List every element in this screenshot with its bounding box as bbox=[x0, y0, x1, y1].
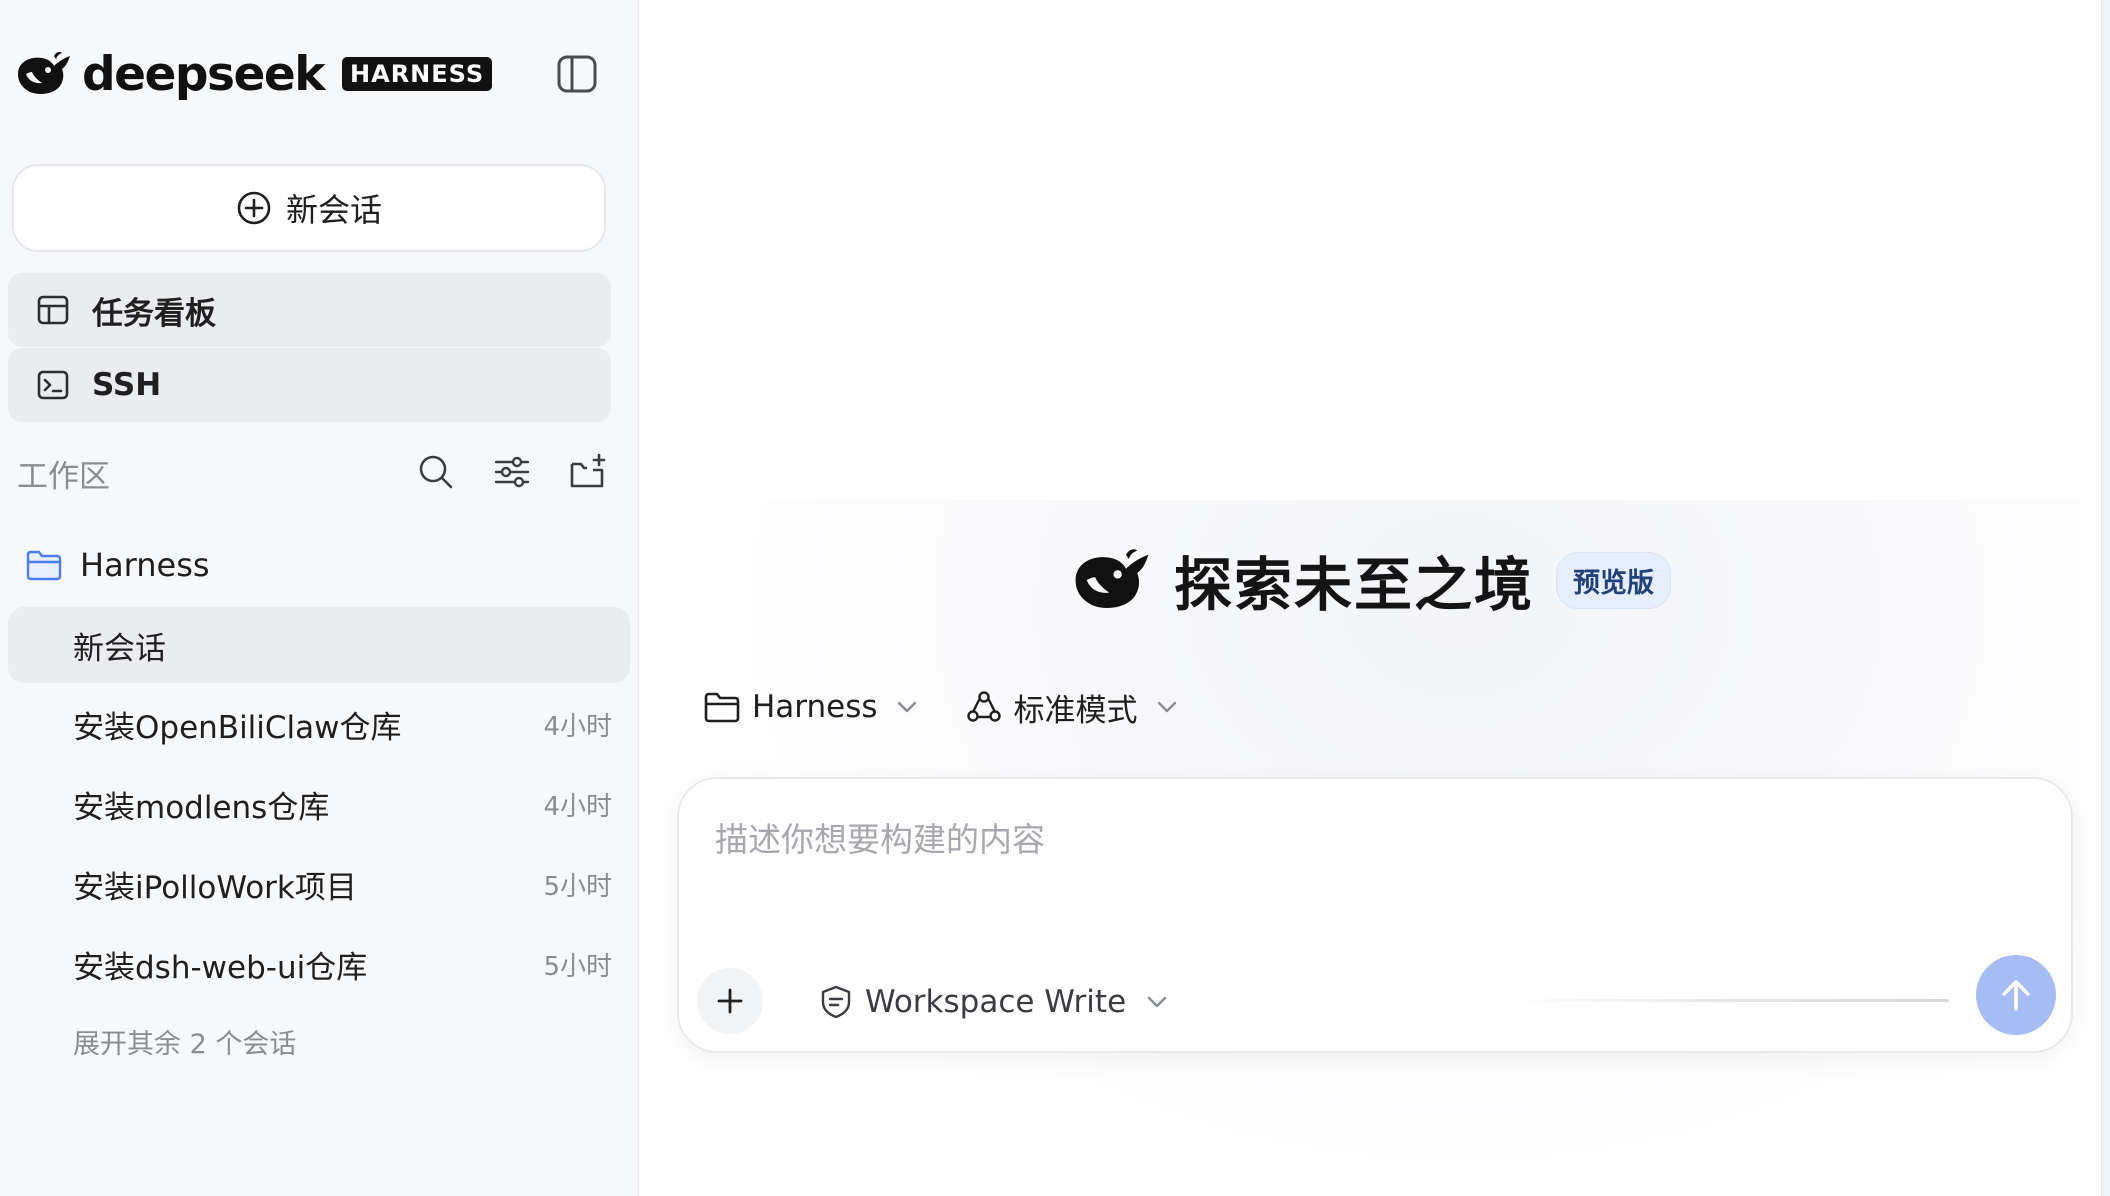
nav-item-kanban[interactable]: 任务看板 bbox=[8, 273, 611, 347]
expand-sessions-link[interactable]: 展开其余 2 个会话 bbox=[73, 1022, 296, 1061]
mode-selector[interactable]: 标准模式 bbox=[966, 685, 1178, 730]
session-time: 5小时 bbox=[543, 871, 612, 902]
session-item[interactable]: 安装dsh-web-ui仓库 5小时 bbox=[8, 926, 630, 1002]
session-item[interactable]: 安装iPolloWork项目 5小时 bbox=[8, 846, 630, 922]
whale-icon bbox=[18, 52, 70, 94]
session-title: 新会话 bbox=[73, 630, 166, 667]
project-selector-label: Harness bbox=[752, 689, 878, 725]
session-item[interactable]: 新会话 bbox=[8, 607, 630, 683]
new-chat-label: 新会话 bbox=[285, 191, 382, 229]
workflow-icon bbox=[966, 691, 1001, 722]
sidebar: deepseek HARNESS 新会话 任务看板 SSH 工作区 Harnes… bbox=[0, 0, 639, 1196]
workspace-label: 工作区 bbox=[17, 458, 110, 495]
brand-name: deepseek bbox=[82, 46, 326, 102]
brand-logo[interactable]: deepseek HARNESS bbox=[14, 46, 493, 102]
folder-icon bbox=[704, 692, 740, 723]
chevron-down-icon bbox=[1157, 701, 1176, 713]
sidebar-toggle-icon[interactable] bbox=[556, 54, 598, 94]
session-title: 安装dsh-web-ui仓库 bbox=[73, 949, 368, 986]
hero-title: 探索未至之境 bbox=[1174, 551, 1535, 619]
arrow-up-icon bbox=[2002, 980, 2030, 1011]
session-title: 安装iPolloWork项目 bbox=[73, 869, 357, 906]
nav-item-ssh[interactable]: SSH bbox=[8, 348, 611, 422]
plus-icon bbox=[717, 988, 743, 1014]
composer-divider bbox=[1509, 999, 1949, 1002]
session-time: 5小时 bbox=[543, 951, 612, 982]
kanban-icon bbox=[37, 295, 69, 325]
prompt-input[interactable] bbox=[715, 809, 1915, 869]
prompt-composer: Workspace Write bbox=[677, 777, 2073, 1053]
selector-bar: Harness 标准模式 bbox=[704, 682, 1226, 732]
send-button[interactable] bbox=[1976, 955, 2056, 1035]
attach-button[interactable] bbox=[697, 968, 763, 1034]
preview-badge: 预览版 bbox=[1556, 551, 1672, 609]
plus-circle-icon bbox=[237, 191, 271, 225]
filter-icon[interactable] bbox=[493, 452, 531, 492]
terminal-icon bbox=[37, 370, 69, 400]
brand-tag: HARNESS bbox=[342, 56, 493, 92]
shield-icon bbox=[821, 985, 851, 1019]
session-time: 4小时 bbox=[543, 711, 612, 742]
permission-selector[interactable]: Workspace Write bbox=[819, 979, 1168, 1025]
window-edge bbox=[2101, 0, 2110, 1196]
mode-selector-label: 标准模式 bbox=[1013, 692, 1138, 729]
session-time: 4小时 bbox=[543, 791, 612, 822]
workspace-tools bbox=[417, 452, 607, 492]
search-icon[interactable] bbox=[417, 452, 455, 492]
project-selector[interactable]: Harness bbox=[704, 689, 918, 725]
nav-item-label: SSH bbox=[92, 367, 162, 403]
hero-heading: 探索未至之境 预览版 bbox=[1070, 540, 1672, 620]
workspace-header: 工作区 bbox=[17, 448, 607, 498]
session-title: 安装OpenBiliClaw仓库 bbox=[73, 709, 402, 746]
chevron-down-icon bbox=[1147, 996, 1167, 1008]
nav-item-label: 任务看板 bbox=[92, 295, 216, 332]
new-folder-icon[interactable] bbox=[569, 452, 607, 492]
workspace-folder[interactable]: Harness bbox=[26, 540, 210, 590]
folder-name: Harness bbox=[80, 546, 210, 584]
session-title: 安装modlens仓库 bbox=[73, 789, 330, 826]
app-window: deepseek HARNESS 新会话 任务看板 SSH 工作区 Harnes… bbox=[0, 0, 2110, 1196]
session-item[interactable]: 安装modlens仓库 4小时 bbox=[8, 766, 630, 842]
new-chat-button[interactable]: 新会话 bbox=[12, 164, 606, 252]
whale-icon bbox=[1075, 549, 1149, 608]
permission-label: Workspace Write bbox=[865, 984, 1127, 1020]
chevron-down-icon bbox=[897, 701, 916, 713]
folder-icon bbox=[26, 550, 62, 581]
session-item[interactable]: 安装OpenBiliClaw仓库 4小时 bbox=[8, 686, 630, 762]
